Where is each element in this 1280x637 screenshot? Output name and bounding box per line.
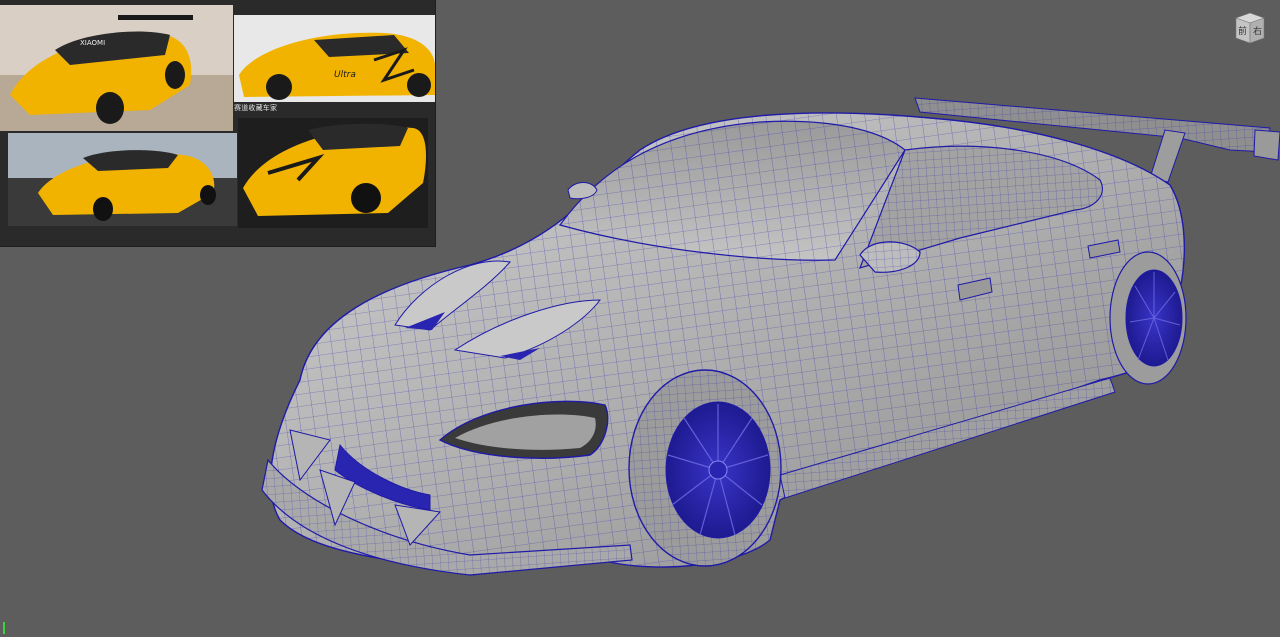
- viewcube-navigator[interactable]: 前 右: [1232, 10, 1268, 46]
- 3d-viewport[interactable]: XIAOMI Ultra 赛道收藏车家 前 右: [0, 0, 1280, 637]
- rear-wheel: [1109, 251, 1187, 385]
- livery-text: Ultra: [334, 70, 356, 80]
- viewcube-front-label[interactable]: 前: [1238, 25, 1247, 37]
- front-wheel: [628, 369, 782, 567]
- brand-text: XIAOMI: [80, 39, 105, 47]
- reference-images-panel[interactable]: XIAOMI Ultra 赛道收藏车家: [0, 0, 435, 246]
- viewcube-right-label[interactable]: 右: [1253, 25, 1262, 37]
- reference-image-2[interactable]: Ultra: [234, 15, 435, 102]
- world-axis-indicator: [3, 622, 5, 634]
- reference-image-1[interactable]: XIAOMI: [0, 5, 233, 131]
- reference-caption: 赛道收藏车家: [234, 104, 278, 112]
- reference-image-4[interactable]: [238, 118, 428, 228]
- reference-image-3[interactable]: [8, 133, 237, 226]
